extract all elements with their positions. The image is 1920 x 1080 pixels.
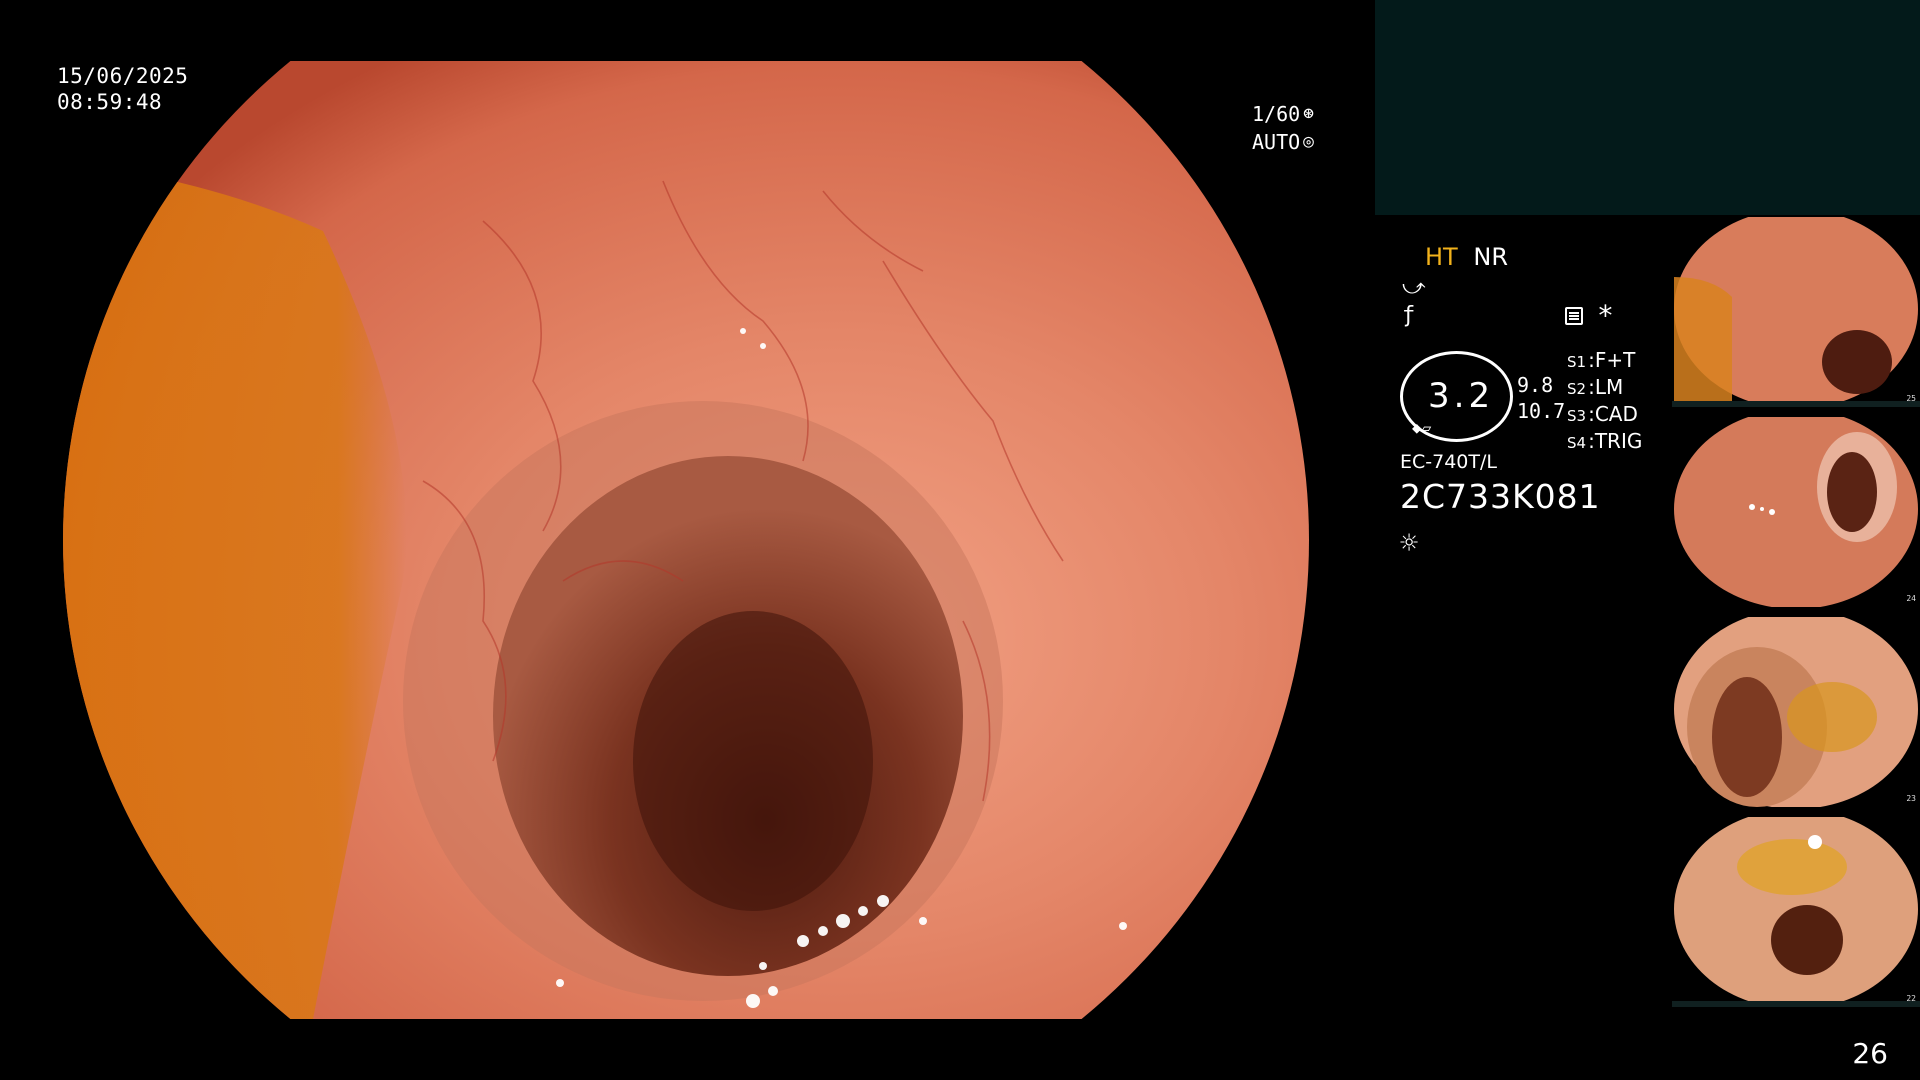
capture-thumbnail[interactable]: 22 <box>1672 817 1920 1007</box>
date-label: 15/06/2025 <box>57 64 189 88</box>
thumbnail-index: 23 <box>1906 794 1916 803</box>
switch-item: S4:TRIG <box>1567 429 1643 453</box>
zoom-value: 3.2 <box>1428 376 1495 416</box>
mode-nr: NR <box>1473 243 1508 271</box>
thumbnail-image <box>1672 817 1920 1007</box>
mode-ht: HT <box>1425 243 1458 271</box>
exposure-info: 1/60 ⊛ AUTO ◎ <box>1252 100 1314 156</box>
page-number: 26 <box>1852 1037 1888 1070</box>
thumbnail-image <box>1672 217 1920 407</box>
image-mode-row: HT NR <box>1425 243 1508 271</box>
timestamp: 15/06/2025 08:59:48 <box>57 63 188 115</box>
endoscopy-image <box>63 61 1309 1019</box>
enhancement-curve-icon: ⤻ <box>1402 275 1426 300</box>
thumbnail-image <box>1674 417 1918 607</box>
thumbnail-index: 22 <box>1906 994 1916 1003</box>
zoom-sub-2: 10.7 <box>1517 399 1566 423</box>
light-icon: ☼ <box>1400 526 1419 561</box>
switch-item: S1:F+T <box>1567 348 1636 372</box>
zoom-sub-1: 9.8 <box>1517 373 1554 397</box>
thumbnail-index: 25 <box>1906 394 1916 403</box>
iris-value: AUTO <box>1252 130 1301 154</box>
thumbnail-index: 24 <box>1906 594 1916 603</box>
zoom-subvalues: 9.8 10.7 <box>1517 372 1565 424</box>
capture-thumbnail[interactable]: 25 <box>1672 217 1920 407</box>
endoscopy-main-view <box>63 61 1310 1019</box>
thumbnail-image <box>1674 617 1918 807</box>
menu-icon <box>1565 307 1583 325</box>
iris-row: AUTO ◎ <box>1252 128 1314 156</box>
info-display-box <box>1375 0 1920 215</box>
scope-model: EC-740T/L <box>1400 451 1497 473</box>
time-label: 08:59:48 <box>57 90 163 114</box>
switch-item: S3:CAD <box>1567 402 1638 426</box>
scope-serial: 2C733K081 <box>1400 477 1601 516</box>
status-icons: * <box>1565 299 1614 332</box>
color-mode-icon: ƒ <box>1402 303 1416 328</box>
shutter-value: 1/60 <box>1252 102 1301 126</box>
iris-icon: ◎ <box>1303 131 1315 152</box>
asterisk-icon: * <box>1597 299 1614 332</box>
scope-angle-icon: ◆▱ <box>1412 418 1432 437</box>
capture-thumbnail[interactable]: 24 <box>1672 417 1920 607</box>
shutter-icon: ⊛ <box>1303 103 1315 124</box>
capture-thumbnail[interactable]: 23 <box>1672 617 1920 807</box>
shutter-row: 1/60 ⊛ <box>1252 100 1314 128</box>
switch-item: S2:LM <box>1567 375 1624 399</box>
switch-assignments: S1:F+T S2:LM S3:CAD S4:TRIG <box>1567 348 1642 456</box>
